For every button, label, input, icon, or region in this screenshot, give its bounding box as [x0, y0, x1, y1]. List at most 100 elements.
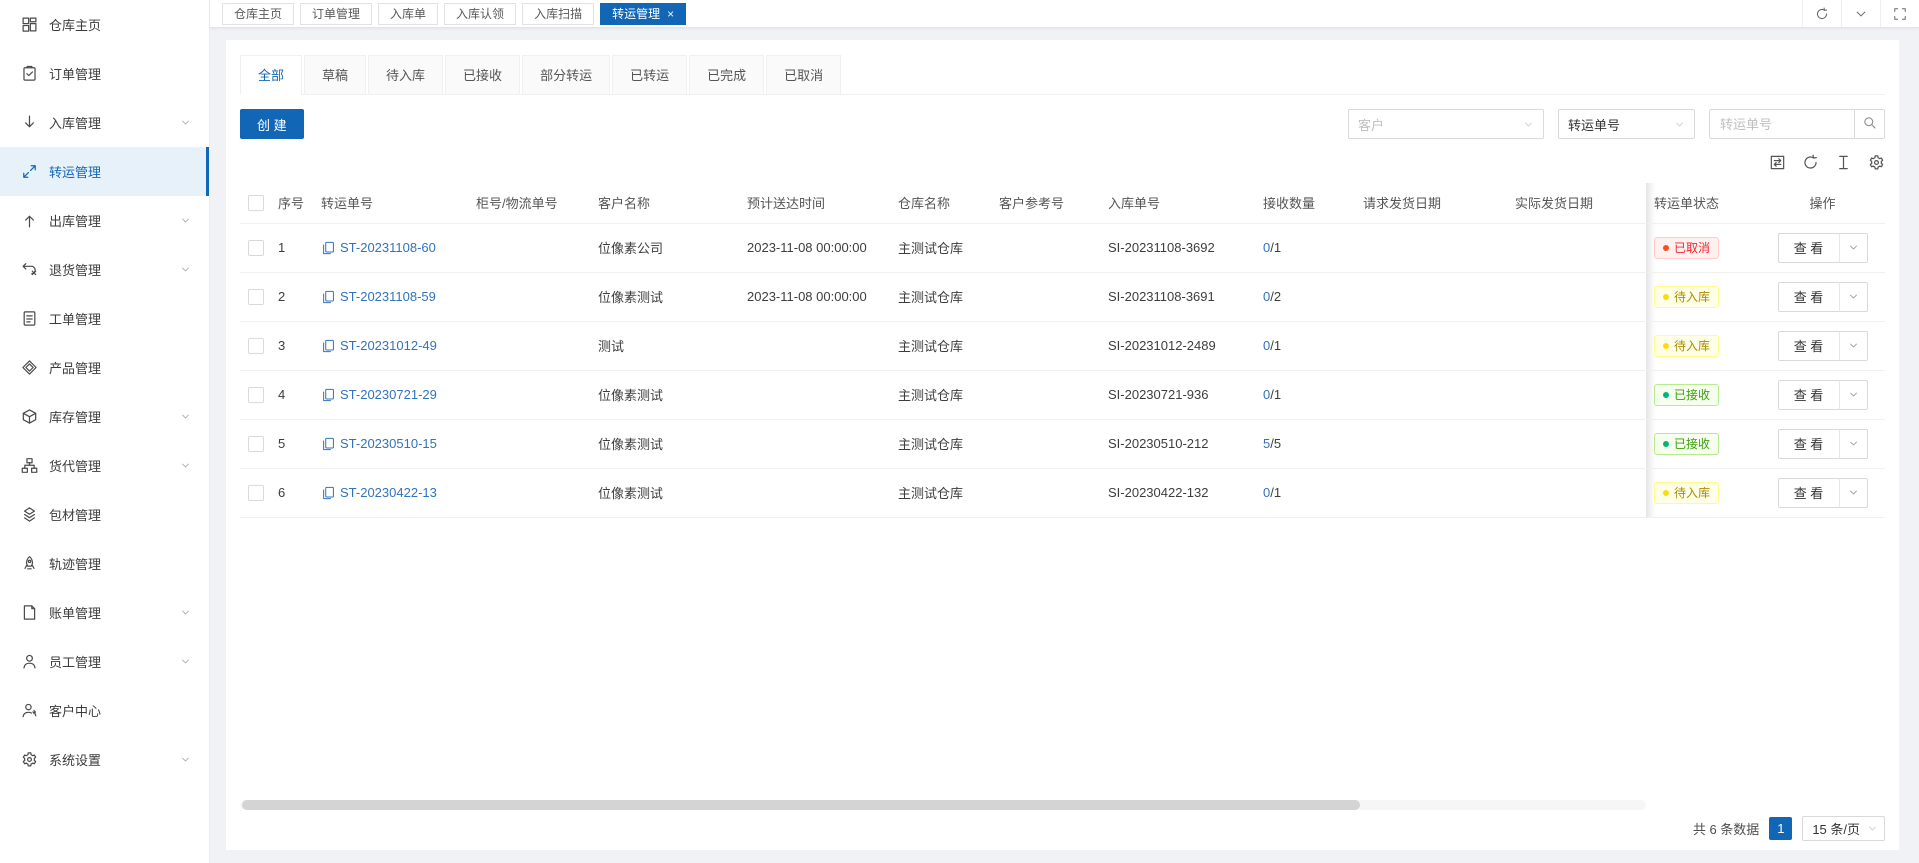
topbar-tab-入库扫描[interactable]: 入库扫描: [522, 3, 594, 25]
sidebar: 仓库主页订单管理入库管理转运管理出库管理退货管理工单管理产品管理库存管理货代管理…: [0, 0, 210, 863]
status-dot-icon: [1663, 343, 1669, 349]
pagination-page-1[interactable]: 1: [1769, 817, 1792, 840]
topbar-tab-仓库主页[interactable]: 仓库主页: [222, 3, 294, 25]
cell-request-ship-date: [1355, 419, 1507, 468]
sidebar-item-员工管理[interactable]: 员工管理: [0, 637, 209, 686]
status-tab-草稿[interactable]: 草稿: [304, 55, 366, 95]
status-badge: 已接收: [1654, 433, 1719, 455]
transfer-order-link[interactable]: ST-20231108-60: [321, 240, 460, 255]
status-tab-已取消[interactable]: 已取消: [766, 55, 841, 95]
view-button[interactable]: 查 看: [1778, 380, 1840, 410]
search-input[interactable]: [1709, 109, 1854, 139]
sidebar-item-仓库主页[interactable]: 仓库主页: [0, 0, 209, 49]
row-checkbox-cell: [240, 370, 270, 419]
select-all-checkbox[interactable]: [248, 195, 264, 211]
sidebar-item-客户中心[interactable]: 客户中心: [0, 686, 209, 735]
view-button[interactable]: 查 看: [1778, 233, 1840, 263]
total-count: /2: [1270, 289, 1281, 304]
status-tab-已接收[interactable]: 已接收: [445, 55, 520, 95]
status-tab-待入库[interactable]: 待入库: [368, 55, 443, 95]
sidebar-item-转运管理[interactable]: 转运管理: [0, 147, 209, 196]
status-tab-部分转运[interactable]: 部分转运: [522, 55, 610, 95]
sidebar-item-系统设置[interactable]: 系统设置: [0, 735, 209, 784]
sidebar-item-货代管理[interactable]: 货代管理: [0, 441, 209, 490]
row-actions-dropdown-button[interactable]: [1839, 233, 1868, 263]
topbar-tab-入库单[interactable]: 入库单: [378, 3, 438, 25]
returns-icon: [21, 261, 38, 278]
density-icon[interactable]: [1769, 154, 1786, 171]
status-tab-全部[interactable]: 全部: [240, 55, 302, 95]
row-height-icon[interactable]: [1835, 154, 1852, 171]
pagination: 共 6 条数据 1 15 条/页: [1693, 816, 1885, 841]
cell-inbound-no: SI-20231012-2489: [1100, 321, 1255, 370]
refresh-icon[interactable]: [1802, 154, 1819, 171]
transfer-order-number: ST-20231108-60: [340, 240, 436, 255]
transfer-order-link[interactable]: ST-20230721-29: [321, 387, 460, 402]
row-actions-dropdown-button[interactable]: [1839, 429, 1868, 459]
chevron-down-icon: [180, 607, 191, 618]
cell-received-qty: 0/1: [1255, 468, 1355, 517]
filter-controls: 客户 转运单号: [1348, 109, 1885, 139]
sidebar-item-订单管理[interactable]: 订单管理: [0, 49, 209, 98]
sidebar-item-账单管理[interactable]: 账单管理: [0, 588, 209, 637]
row-checkbox[interactable]: [248, 436, 264, 452]
topbar-actions: [1802, 0, 1919, 27]
row-checkbox[interactable]: [248, 240, 264, 256]
row-checkbox[interactable]: [248, 387, 264, 403]
row-checkbox-cell: [240, 321, 270, 370]
transfer-order-link[interactable]: ST-20230422-13: [321, 485, 460, 500]
sidebar-item-工单管理[interactable]: 工单管理: [0, 294, 209, 343]
cell-container-no: [468, 419, 590, 468]
topbar-tab-订单管理[interactable]: 订单管理: [300, 3, 372, 25]
settings-icon[interactable]: [1868, 154, 1885, 171]
status-tab-已完成[interactable]: 已完成: [689, 55, 764, 95]
cell-status: 待入库: [1646, 321, 1760, 370]
status-tab-已转运[interactable]: 已转运: [612, 55, 687, 95]
chevron-down-icon[interactable]: [1841, 0, 1880, 27]
row-actions-dropdown-button[interactable]: [1839, 380, 1868, 410]
view-button[interactable]: 查 看: [1778, 331, 1840, 361]
transfer-order-link[interactable]: ST-20230510-15: [321, 436, 460, 451]
horizontal-scrollbar-thumb[interactable]: [242, 800, 1360, 810]
create-button[interactable]: 创 建: [240, 109, 304, 139]
sidebar-item-库存管理[interactable]: 库存管理: [0, 392, 209, 441]
search-field-select[interactable]: 转运单号: [1558, 109, 1695, 139]
topbar-tab-入库认领[interactable]: 入库认领: [444, 3, 516, 25]
row-actions-dropdown-button[interactable]: [1839, 331, 1868, 361]
cell-warehouse: 主测试仓库: [890, 321, 991, 370]
topbar-tab-转运管理[interactable]: 转运管理×: [600, 3, 686, 25]
transfer-table: 序号转运单号柜号/物流单号客户名称预计送达时间仓库名称客户参考号入库单号接收数量…: [240, 183, 1885, 518]
customer-select[interactable]: 客户: [1348, 109, 1544, 139]
sidebar-item-退货管理[interactable]: 退货管理: [0, 245, 209, 294]
status-label: 待入库: [1674, 484, 1710, 501]
view-button[interactable]: 查 看: [1778, 429, 1840, 459]
cell-received-qty: 0/1: [1255, 321, 1355, 370]
page-size-select[interactable]: 15 条/页: [1802, 816, 1885, 841]
refresh-icon[interactable]: [1802, 0, 1841, 27]
horizontal-scrollbar[interactable]: [240, 800, 1646, 810]
row-checkbox[interactable]: [248, 289, 264, 305]
row-checkbox[interactable]: [248, 485, 264, 501]
fullscreen-icon[interactable]: [1880, 0, 1919, 27]
view-button[interactable]: 查 看: [1778, 478, 1840, 508]
row-actions-dropdown-button[interactable]: [1839, 478, 1868, 508]
transfer-order-link[interactable]: ST-20231012-49: [321, 338, 460, 353]
sidebar-item-入库管理[interactable]: 入库管理: [0, 98, 209, 147]
row-checkbox[interactable]: [248, 338, 264, 354]
row-actions-dropdown-button[interactable]: [1839, 282, 1868, 312]
sidebar-item-包材管理[interactable]: 包材管理: [0, 490, 209, 539]
cell-received-qty: 5/5: [1255, 419, 1355, 468]
cell-actions: 查 看: [1760, 468, 1885, 517]
search-button[interactable]: [1854, 109, 1885, 139]
cell-customer-ref: [991, 321, 1100, 370]
chevron-down-icon: [1523, 119, 1534, 130]
cell-received-qty: 0/1: [1255, 370, 1355, 419]
view-button[interactable]: 查 看: [1778, 282, 1840, 312]
transfer-order-link[interactable]: ST-20231108-59: [321, 289, 460, 304]
settings-icon: [21, 751, 38, 768]
sidebar-item-轨迹管理[interactable]: 轨迹管理: [0, 539, 209, 588]
sidebar-item-产品管理[interactable]: 产品管理: [0, 343, 209, 392]
cell-actual-ship-date: [1507, 419, 1646, 468]
close-tab-icon[interactable]: ×: [667, 8, 674, 20]
sidebar-item-出库管理[interactable]: 出库管理: [0, 196, 209, 245]
